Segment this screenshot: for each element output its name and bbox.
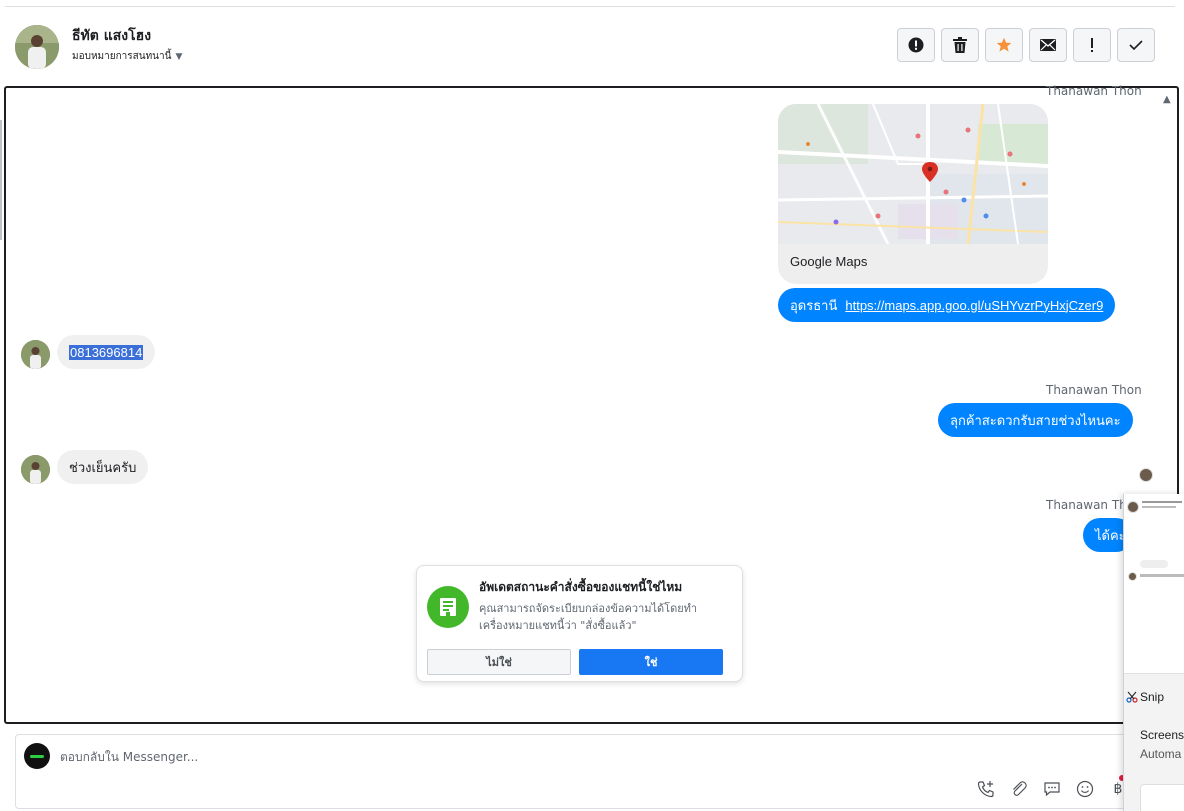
map-thumbnail [778, 104, 1048, 244]
scroll-up-arrow-icon[interactable]: ▲ [1163, 94, 1171, 105]
important-button[interactable] [1073, 28, 1111, 62]
sender-name: Thanawan Tho [1046, 498, 1135, 512]
composer-tools: ฿ [976, 779, 1128, 799]
thumb-avatar [1127, 501, 1139, 513]
message-text: อุดรธานี [790, 297, 838, 313]
snip-line-2: Automa [1140, 747, 1182, 761]
thumb-line [1140, 574, 1184, 577]
sender-name: Thanawan Thon [1046, 84, 1142, 98]
mark-done-button[interactable] [1117, 28, 1155, 62]
reply-input[interactable]: ตอบกลับใน Messenger... [60, 748, 198, 767]
exclamation-icon [1091, 38, 1093, 52]
caret-down-icon: ▼ [175, 51, 183, 62]
yes-button[interactable]: ใช่ [579, 649, 723, 675]
snip-app-name: Snip [1140, 690, 1165, 704]
map-attachment-card[interactable]: Google Maps [778, 104, 1048, 284]
seen-avatar [1139, 468, 1153, 482]
selected-message-text: 0813696814 [69, 344, 144, 360]
message-text: ช่วงเย็นครับ [69, 459, 137, 475]
assign-conversation-dropdown[interactable]: มอบหมายการสนทนานี้ ▼ [72, 49, 182, 64]
emoji-icon[interactable] [1075, 779, 1095, 799]
order-status-prompt: อัพเดตสถานะคำสั่งซื้อของแชทนี้ใช่ไหม คุณ… [416, 565, 743, 682]
snipping-tool-icon [1126, 691, 1138, 703]
contact-avatar-small [21, 340, 50, 369]
page-avatar [24, 743, 50, 769]
check-icon [1129, 40, 1143, 51]
snip-notification-panel[interactable]: Snip Screens Automa [1123, 494, 1184, 811]
reply-composer: ตอบกลับใน Messenger... ฿ [15, 734, 1165, 809]
report-spam-button[interactable] [897, 28, 935, 62]
envelope-icon [1040, 39, 1056, 51]
no-button[interactable]: ไม่ใช่ [427, 649, 571, 675]
contact-avatar[interactable] [15, 25, 59, 69]
header-actions [897, 28, 1155, 62]
left-scroll-edge [0, 120, 2, 240]
mark-unread-button[interactable] [1029, 28, 1067, 62]
message-text: ลุกค้าสะดวกรับสายช่วงไหนคะ [950, 412, 1121, 428]
star-button[interactable] [985, 28, 1023, 62]
page: ธีทัต แสงโฮง มอบหมายการสนทนานี้ ▼ ▲ Than… [0, 0, 1184, 811]
map-link[interactable]: https://maps.app.goo.gl/uSHYvzrPyHxjCzer… [845, 298, 1103, 313]
map-card-label: Google Maps [790, 254, 868, 269]
thumb-bubble [1140, 560, 1168, 568]
outgoing-message[interactable]: ลุกค้าสะดวกรับสายช่วงไหนคะ [938, 403, 1133, 437]
outgoing-message-location[interactable]: อุดรธานี https://maps.app.goo.gl/uSHYvzr… [778, 288, 1116, 322]
prompt-body: คุณสามารถจัดระเบียบกล่องข้อความได้โดยทำเ… [479, 602, 698, 632]
incoming-message[interactable]: ช่วงเย็นครับ [57, 450, 149, 484]
saved-reply-icon[interactable] [1042, 779, 1062, 799]
incoming-message-phone[interactable]: 0813696814 [57, 335, 156, 369]
thumb-line [1142, 506, 1176, 508]
order-receipt-icon [427, 586, 469, 628]
trash-icon [953, 37, 967, 53]
assign-label: มอบหมายการสนทนานี้ [72, 51, 172, 62]
thumb-line [1142, 501, 1182, 503]
sender-name: Thanawan Thon [1046, 383, 1142, 397]
thumb-avatar [1128, 572, 1137, 581]
screenshot-thumbnail[interactable] [1124, 494, 1184, 674]
snip-action-box[interactable] [1140, 784, 1184, 811]
delete-button[interactable] [941, 28, 979, 62]
contact-name[interactable]: ธีทัต แสงโฮง [72, 25, 151, 47]
prompt-title: อัพเดตสถานะคำสั่งซื้อของแชทนี้ใช่ไหม [479, 580, 683, 594]
paperclip-icon[interactable] [1009, 779, 1029, 799]
alert-circle-icon [908, 37, 924, 53]
conversation-header: ธีทัต แสงโฮง มอบหมายการสนทนานี้ ▼ [0, 7, 1184, 87]
message-text: ได้คะ [1095, 527, 1126, 543]
contact-avatar-small [21, 455, 50, 484]
star-icon [996, 37, 1012, 52]
phone-plus-icon[interactable] [976, 779, 996, 799]
snip-line-1: Screens [1140, 728, 1184, 742]
